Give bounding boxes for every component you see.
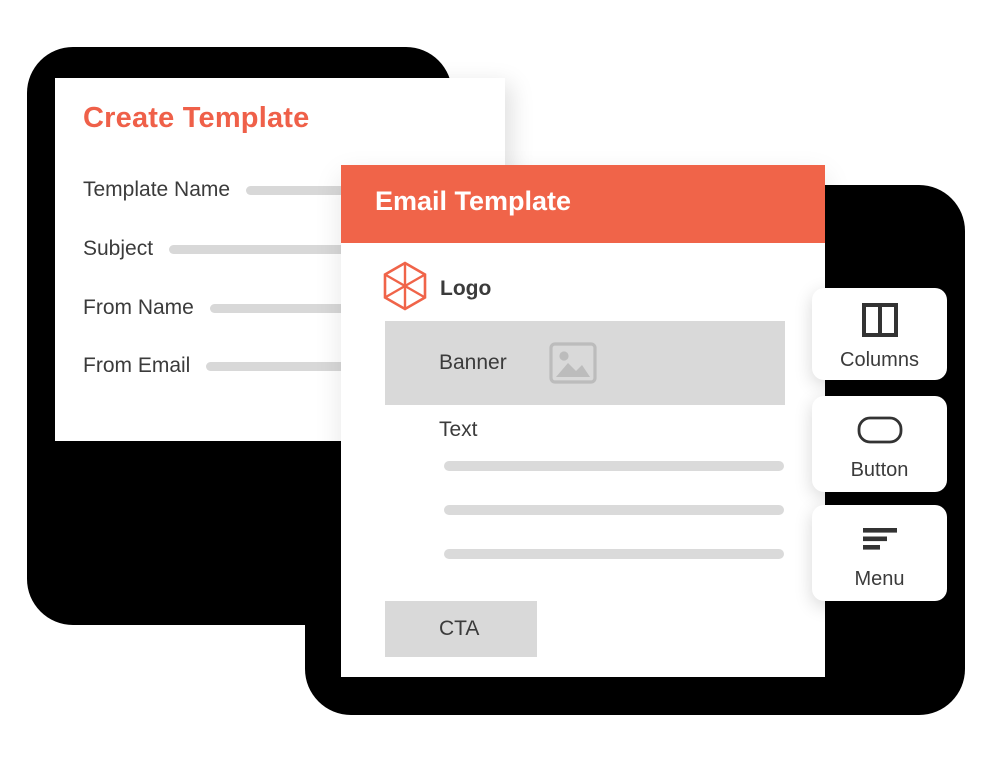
cta-label: CTA	[439, 617, 480, 640]
cta-block[interactable]: CTA	[385, 601, 537, 657]
widget-card-columns[interactable]: Columns	[812, 288, 947, 380]
form-label-template-name: Template Name	[83, 178, 231, 201]
image-placeholder-icon	[549, 342, 597, 384]
form-label-subject: Subject	[83, 237, 154, 260]
text-line-bar	[444, 549, 784, 559]
widget-label-button: Button	[850, 458, 909, 481]
widget-label-menu: Menu	[854, 567, 905, 590]
logo-block[interactable]: Logo	[382, 261, 491, 316]
text-line-bar	[444, 505, 784, 515]
widget-card-menu[interactable]: Menu	[812, 505, 947, 601]
text-label: Text	[439, 418, 478, 441]
menu-lines-icon	[859, 516, 901, 562]
email-template-title: Email Template	[375, 186, 572, 216]
widget-card-button[interactable]: Button	[812, 396, 947, 492]
hexagon-logo-icon	[382, 261, 428, 316]
logo-label: Logo	[440, 276, 492, 300]
banner-block[interactable]: Banner	[385, 321, 785, 405]
rounded-button-icon	[856, 407, 904, 453]
create-template-title: Create Template	[83, 102, 310, 134]
text-line-bar	[444, 461, 784, 471]
widget-label-columns: Columns	[840, 348, 919, 371]
form-label-from-name: From Name	[83, 296, 194, 319]
screenshot-root: Create Template Template Name Subject Fr…	[0, 0, 1000, 760]
columns-icon	[861, 297, 899, 343]
email-template-card: Email Template Logo Banner Text CTA	[341, 165, 825, 677]
banner-label: Banner	[439, 351, 507, 374]
form-label-from-email: From Email	[83, 354, 191, 377]
